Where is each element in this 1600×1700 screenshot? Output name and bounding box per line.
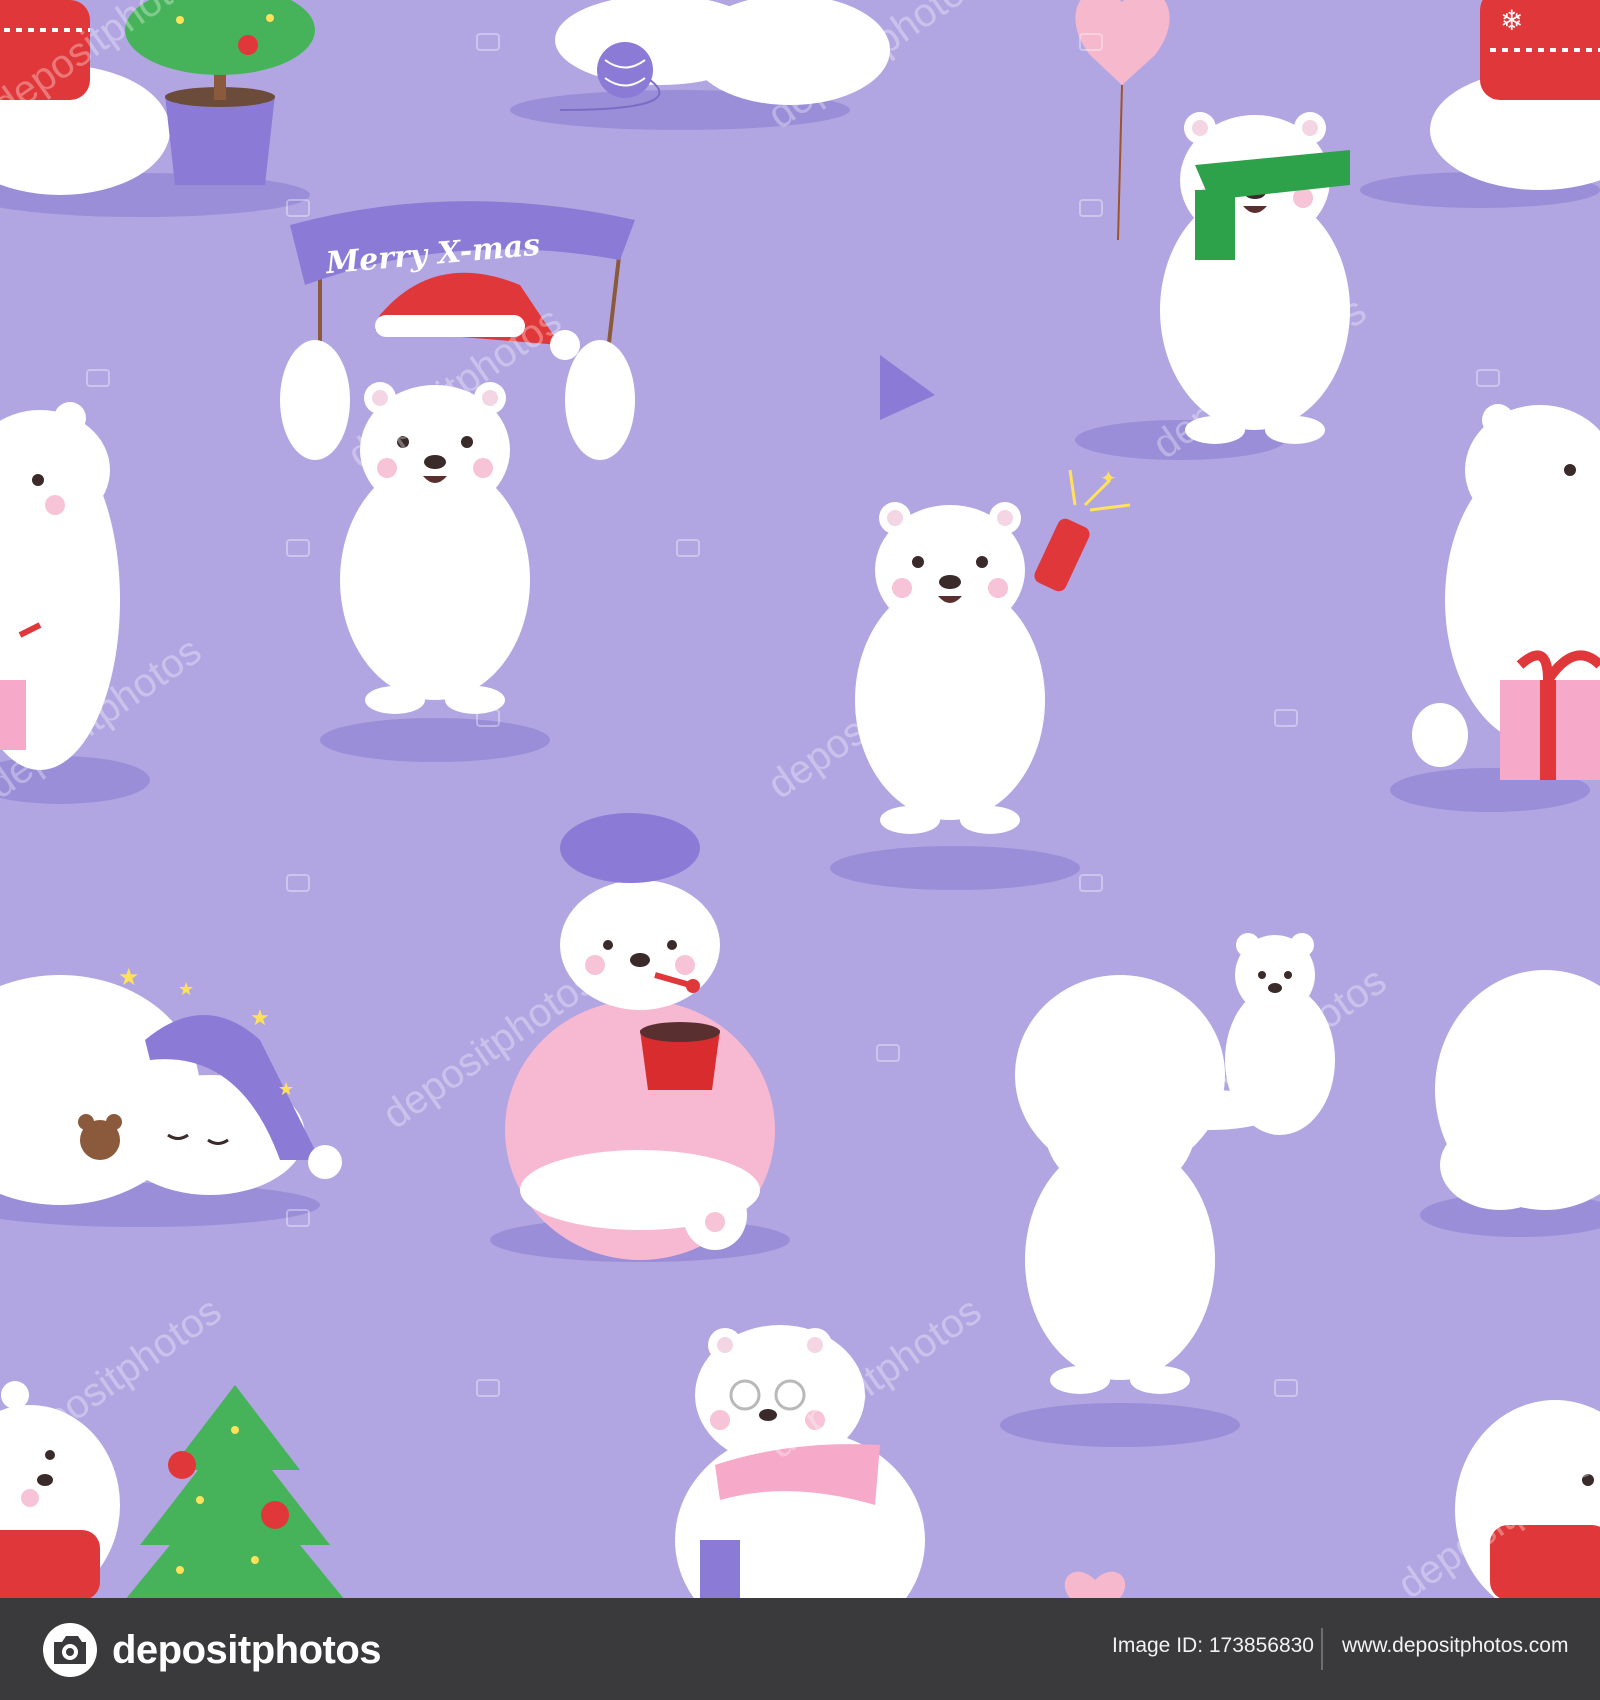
bear-holding-merry-xmas-banner: Merry X-mas — [280, 201, 635, 714]
site-url-link[interactable]: www.depositphotos.com — [1342, 1634, 1568, 1658]
svg-text:✦: ✦ — [1100, 466, 1117, 490]
svg-text:★: ★ — [278, 1079, 294, 1100]
bear-pattern-illustration: ❄ Merry X-mas ✦ ★ ★ ★ ★ depositphotos de… — [0, 0, 1600, 1598]
bear-with-party-hat-and-cracker: ✦ — [855, 355, 1131, 834]
brand-name: depositphotos — [112, 1627, 382, 1672]
footer-bar: depositphotos Image ID: 173856830 www.de… — [0, 1598, 1600, 1700]
polar-bear-pattern: ❄ Merry X-mas ✦ ★ ★ ★ ★ depositphotos de… — [0, 0, 1600, 1598]
svg-text:❄: ❄ — [1500, 4, 1523, 37]
svg-text:★: ★ — [118, 963, 140, 991]
svg-text:★: ★ — [250, 1006, 270, 1031]
heart-shape — [1064, 1571, 1126, 1598]
image-id-label: Image ID: 173856830 — [1112, 1634, 1314, 1657]
bear-with-heart-balloon-and-scarf — [1075, 0, 1350, 444]
svg-text:★: ★ — [178, 979, 194, 1000]
bear-in-red-sweater: ❄ — [1430, 0, 1600, 190]
sick-bear-in-blanket — [505, 813, 775, 1260]
footer-divider — [1321, 1628, 1323, 1670]
bear-with-gift — [1412, 404, 1600, 780]
bear-holding-cub — [1015, 933, 1335, 1394]
camera-logo-icon — [43, 1623, 97, 1677]
brand-logo[interactable]: depositphotos — [42, 1622, 382, 1678]
sleeping-bear-with-teddy: ★ ★ ★ ★ — [0, 963, 342, 1205]
bear-right-edge-sitting — [1435, 970, 1600, 1210]
